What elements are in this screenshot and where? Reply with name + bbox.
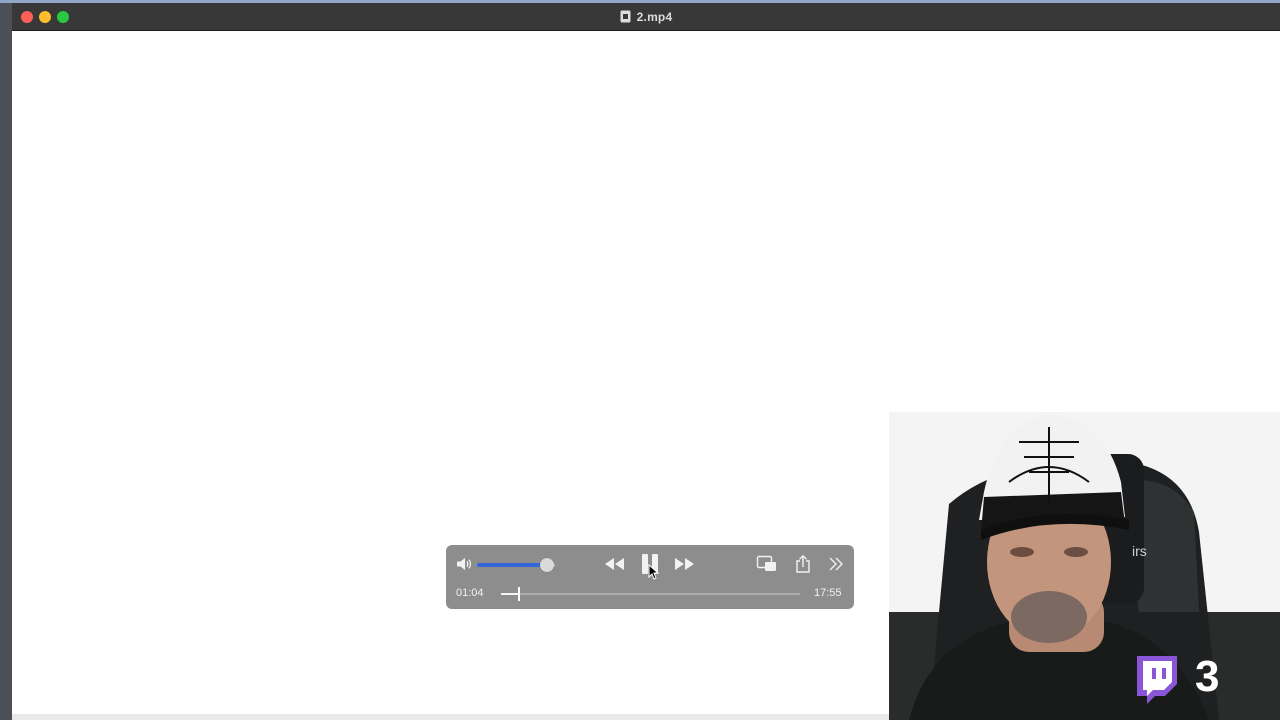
picture-in-picture-button[interactable]: [756, 555, 778, 573]
chevron-double-right-icon: [829, 557, 843, 571]
badge-number: 3: [1195, 652, 1220, 701]
speaker-icon: [457, 558, 472, 570]
fast-forward-button[interactable]: [671, 555, 697, 573]
total-duration: 17:55: [814, 587, 842, 599]
title-bar[interactable]: 2.mp4: [12, 3, 1280, 31]
share-icon: [796, 554, 810, 573]
share-button[interactable]: [794, 554, 812, 574]
picture-in-picture-icon: [756, 555, 776, 571]
pause-button[interactable]: [639, 553, 661, 575]
webcam-image: [889, 412, 1280, 720]
window-title: 2.mp4: [636, 9, 673, 24]
rewind-icon: [605, 558, 624, 570]
more-button[interactable]: [827, 556, 845, 572]
pause-icon: [642, 554, 658, 574]
chair-logo-text: irs: [1132, 543, 1147, 559]
document-icon: [620, 10, 631, 23]
volume-button[interactable]: [456, 556, 474, 572]
timeline-played-fill: [501, 593, 520, 595]
rewind-button[interactable]: [602, 555, 628, 573]
desktop-left-edge: [0, 3, 12, 720]
elapsed-time: 01:04: [456, 587, 484, 599]
window-bottom-shadow: [12, 714, 890, 720]
webcam-overlay: irs 3: [889, 412, 1280, 720]
timeline-playhead[interactable]: [518, 587, 521, 601]
playback-controls: 01:04 17:55: [446, 545, 854, 609]
fast-forward-icon: [675, 558, 694, 570]
volume-slider-fill: [477, 563, 548, 567]
window-title-group: 2.mp4: [12, 3, 1280, 30]
timeline-scrubber[interactable]: [501, 587, 800, 601]
volume-slider[interactable]: [477, 558, 555, 572]
twitch-logo-icon: [1137, 656, 1177, 704]
volume-slider-knob[interactable]: [540, 558, 555, 572]
